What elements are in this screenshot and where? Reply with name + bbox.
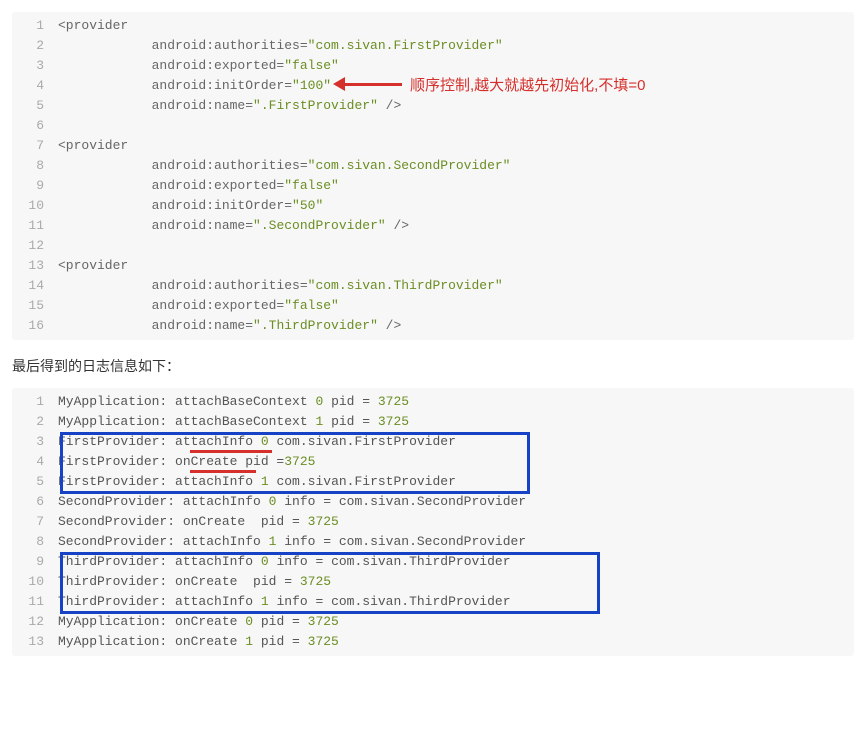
code-content: FirstProvider: onCreate pid =3725 — [58, 452, 854, 472]
line-number: 1 — [12, 16, 58, 36]
code-row: 2MyApplication: attachBaseContext 1 pid … — [12, 412, 854, 432]
line-number: 16 — [12, 316, 58, 336]
code-row: 6SecondProvider: attachInfo 0 info = com… — [12, 492, 854, 512]
line-number: 11 — [12, 592, 58, 612]
line-number: 10 — [12, 572, 58, 592]
line-number: 3 — [12, 56, 58, 76]
annotation-arrow: 顺序控制,越大就越先初始化,不填=0 — [342, 74, 645, 95]
line-number: 5 — [12, 96, 58, 116]
line-number: 9 — [12, 176, 58, 196]
code-content: SecondProvider: attachInfo 0 info = com.… — [58, 492, 854, 512]
annotation-text: 顺序控制,越大就越先初始化,不填=0 — [410, 74, 645, 95]
line-number: 13 — [12, 256, 58, 276]
code-content: MyApplication: onCreate 1 pid = 3725 — [58, 632, 854, 652]
code-content: ThirdProvider: attachInfo 1 info = com.s… — [58, 592, 854, 612]
code-row: 9 android:exported="false" — [12, 176, 854, 196]
code-row: 10 android:initOrder="50" — [12, 196, 854, 216]
code-row: 11ThirdProvider: attachInfo 1 info = com… — [12, 592, 854, 612]
line-number: 8 — [12, 156, 58, 176]
code-content: ThirdProvider: onCreate pid = 3725 — [58, 572, 854, 592]
code-content: android:exported="false" — [58, 296, 854, 316]
line-number: 12 — [12, 236, 58, 256]
code-content: MyApplication: onCreate 0 pid = 3725 — [58, 612, 854, 632]
line-number: 12 — [12, 612, 58, 632]
line-number: 9 — [12, 552, 58, 572]
code-content: MyApplication: attachBaseContext 0 pid =… — [58, 392, 854, 412]
code-content: android:name=".ThirdProvider" /> — [58, 316, 854, 336]
line-number: 5 — [12, 472, 58, 492]
xml-code-block: 顺序控制,越大就越先初始化,不填=0 1<provider2 android:a… — [12, 12, 854, 340]
code-row: 13<provider — [12, 256, 854, 276]
code-row: 4FirstProvider: onCreate pid =3725 — [12, 452, 854, 472]
code-content: SecondProvider: attachInfo 1 info = com.… — [58, 532, 854, 552]
code-content: android:authorities="com.sivan.ThirdProv… — [58, 276, 854, 296]
code-row: 3FirstProvider: attachInfo 0 com.sivan.F… — [12, 432, 854, 452]
caption-text: 最后得到的日志信息如下： — [12, 356, 854, 376]
line-number: 3 — [12, 432, 58, 452]
code-content: android:exported="false" — [58, 56, 854, 76]
line-number: 10 — [12, 196, 58, 216]
code-content: <provider — [58, 16, 854, 36]
code-row: 1<provider — [12, 16, 854, 36]
code-row: 6 — [12, 116, 854, 136]
code-content: android:initOrder="50" — [58, 196, 854, 216]
code-row: 2 android:authorities="com.sivan.FirstPr… — [12, 36, 854, 56]
arrow-icon — [342, 83, 402, 86]
line-number: 6 — [12, 116, 58, 136]
code-row: 7SecondProvider: onCreate pid = 3725 — [12, 512, 854, 532]
line-number: 1 — [12, 392, 58, 412]
code-content: android:name=".SecondProvider" /> — [58, 216, 854, 236]
code-row: 15 android:exported="false" — [12, 296, 854, 316]
code-row: 12 — [12, 236, 854, 256]
code-content: ThirdProvider: attachInfo 0 info = com.s… — [58, 552, 854, 572]
code-row: 8SecondProvider: attachInfo 1 info = com… — [12, 532, 854, 552]
code-row: 11 android:name=".SecondProvider" /> — [12, 216, 854, 236]
line-number: 7 — [12, 136, 58, 156]
code-row: 8 android:authorities="com.sivan.SecondP… — [12, 156, 854, 176]
line-number: 4 — [12, 76, 58, 96]
code-row: 12MyApplication: onCreate 0 pid = 3725 — [12, 612, 854, 632]
line-number: 4 — [12, 452, 58, 472]
log-code-block: 1MyApplication: attachBaseContext 0 pid … — [12, 388, 854, 656]
code-content: FirstProvider: attachInfo 1 com.sivan.Fi… — [58, 472, 854, 492]
code-row: 7<provider — [12, 136, 854, 156]
line-number: 2 — [12, 412, 58, 432]
code-row: 13MyApplication: onCreate 1 pid = 3725 — [12, 632, 854, 652]
line-number: 14 — [12, 276, 58, 296]
code-row: 3 android:exported="false" — [12, 56, 854, 76]
code-content: MyApplication: attachBaseContext 1 pid =… — [58, 412, 854, 432]
code-row: 5 android:name=".FirstProvider" /> — [12, 96, 854, 116]
line-number: 7 — [12, 512, 58, 532]
code-content — [58, 236, 854, 256]
line-number: 8 — [12, 532, 58, 552]
code-content: android:authorities="com.sivan.SecondPro… — [58, 156, 854, 176]
line-number: 13 — [12, 632, 58, 652]
code-row: 9ThirdProvider: attachInfo 0 info = com.… — [12, 552, 854, 572]
code-row: 5FirstProvider: attachInfo 1 com.sivan.F… — [12, 472, 854, 492]
code-content: android:authorities="com.sivan.FirstProv… — [58, 36, 854, 56]
code-content: SecondProvider: onCreate pid = 3725 — [58, 512, 854, 532]
code-content: android:exported="false" — [58, 176, 854, 196]
code-row: 16 android:name=".ThirdProvider" /> — [12, 316, 854, 336]
line-number: 15 — [12, 296, 58, 316]
code-content: <provider — [58, 136, 854, 156]
code-content — [58, 116, 854, 136]
code-row: 10ThirdProvider: onCreate pid = 3725 — [12, 572, 854, 592]
line-number: 11 — [12, 216, 58, 236]
line-number: 2 — [12, 36, 58, 56]
code-content: <provider — [58, 256, 854, 276]
code-content: FirstProvider: attachInfo 0 com.sivan.Fi… — [58, 432, 854, 452]
code-row: 1MyApplication: attachBaseContext 0 pid … — [12, 392, 854, 412]
code-row: 14 android:authorities="com.sivan.ThirdP… — [12, 276, 854, 296]
code-content: android:name=".FirstProvider" /> — [58, 96, 854, 116]
line-number: 6 — [12, 492, 58, 512]
